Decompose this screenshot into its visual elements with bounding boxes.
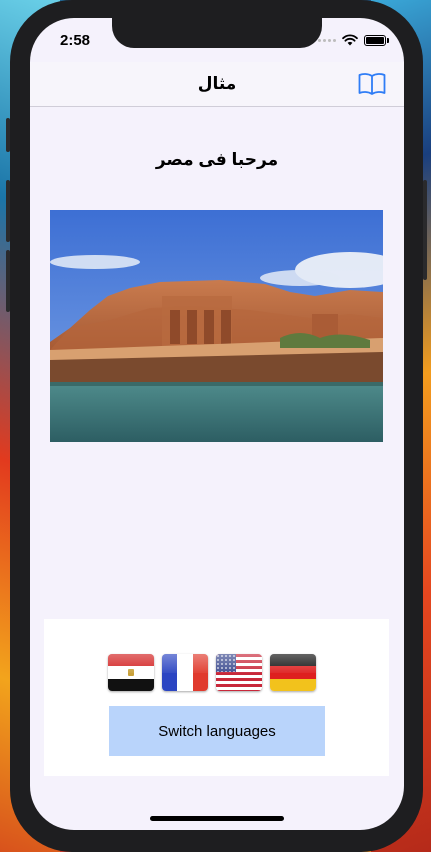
battery-icon [364,34,389,46]
usa-flag-icon[interactable] [216,654,262,691]
abu-simbel-temple-photo [50,210,383,442]
mute-switch [6,118,10,152]
egypt-flag-icon[interactable] [108,654,154,691]
power-button [423,180,427,280]
app-screen: 2:58 مثال مرحبا فى مصر Switch languages [30,18,404,830]
nav-title: مثال [197,74,237,93]
france-flag-icon[interactable] [162,654,208,691]
volume-up-button [6,180,10,242]
flag-row [108,654,316,691]
wifi-icon [342,34,358,46]
germany-flag-icon[interactable] [270,654,316,691]
status-time: 2:58 [60,32,91,49]
book-icon[interactable] [358,72,386,96]
signal-icon [318,38,336,42]
volume-down-button [6,250,10,312]
home-indicator[interactable] [150,816,284,821]
language-card: Switch languages [44,619,389,776]
notch [112,18,322,48]
welcome-headline: مرحبا فى مصر [155,150,279,169]
navigation-bar: مثال [30,62,404,107]
status-icons [318,34,389,46]
switch-languages-button[interactable]: Switch languages [109,706,325,756]
